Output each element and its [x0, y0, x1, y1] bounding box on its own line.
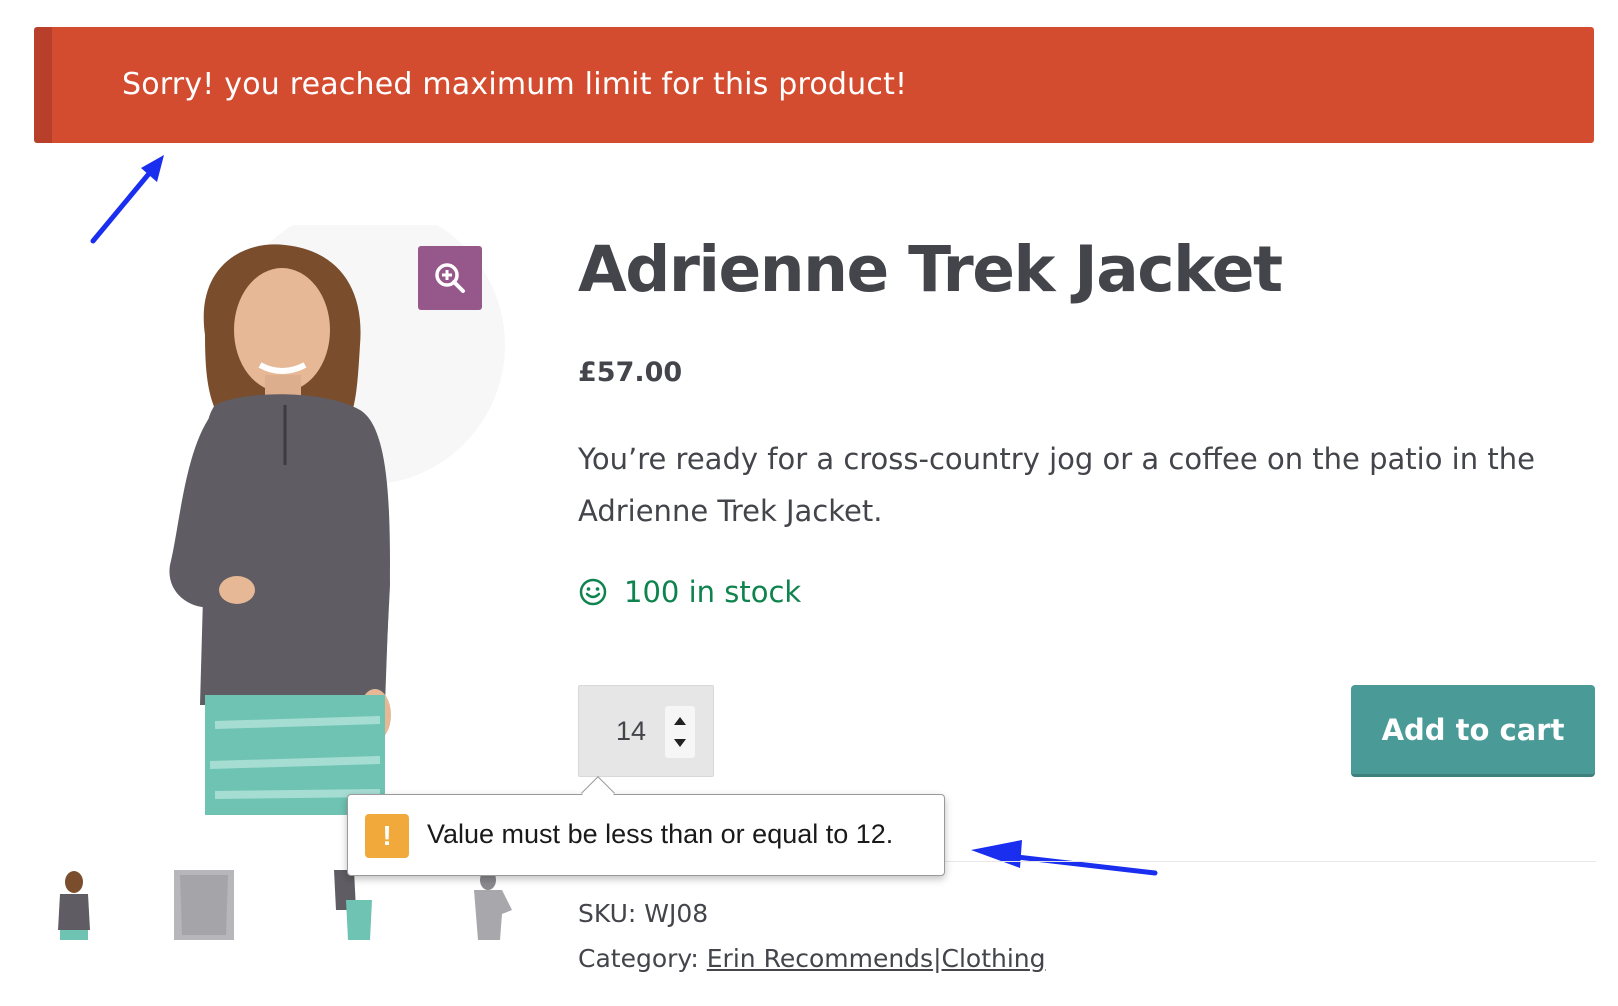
product-description: You’re ready for a cross-country jog or … — [578, 442, 1535, 528]
validation-message: Value must be less than or equal to 12. — [427, 819, 894, 849]
sku-label: SKU: — [578, 899, 637, 928]
product-main-image[interactable] — [85, 225, 505, 815]
thumbnail-4[interactable] — [458, 870, 522, 940]
product-gallery — [85, 225, 505, 815]
product-categories: Category: Erin Recommends|Clothing — [578, 944, 1046, 973]
gallery-thumbnails — [30, 870, 530, 942]
category-label: Category: — [578, 944, 699, 973]
add-to-cart-button[interactable]: Add to cart — [1351, 685, 1595, 777]
error-notice-message: Sorry! you reached maximum limit for thi… — [122, 67, 908, 102]
thumbnail-3[interactable] — [326, 870, 390, 940]
category-separator: | — [933, 944, 942, 973]
error-notice: Sorry! you reached maximum limit for thi… — [34, 27, 1594, 143]
thumbnail-1[interactable] — [42, 870, 106, 940]
quantity-stepper[interactable] — [665, 706, 695, 758]
validation-tooltip: ! Value must be less than or equal to 12… — [347, 776, 945, 876]
stock-text: 100 in stock — [624, 575, 802, 609]
warning-icon: ! — [365, 814, 409, 858]
product-title: Adrienne Trek Jacket — [578, 233, 1283, 306]
product-sku: SKU: WJ08 — [578, 899, 708, 928]
zoom-button[interactable] — [418, 246, 482, 310]
stepper-arrows-icon — [674, 717, 686, 747]
category-link-clothing[interactable]: Clothing — [942, 944, 1046, 973]
product-price: £57.00 — [578, 357, 683, 388]
annotation-arrow-left — [971, 840, 1158, 876]
stock-status: 100 in stock — [578, 575, 801, 609]
quantity-input[interactable]: 14 — [578, 685, 714, 777]
quantity-value[interactable]: 14 — [616, 716, 646, 747]
zoom-in-icon — [435, 263, 465, 293]
tooltip-caret — [581, 776, 615, 810]
category-link-erin-recommends[interactable]: Erin Recommends — [707, 944, 933, 973]
smiley-icon — [579, 578, 607, 606]
sku-value: WJ08 — [644, 899, 709, 928]
thumbnail-2[interactable] — [170, 870, 234, 940]
